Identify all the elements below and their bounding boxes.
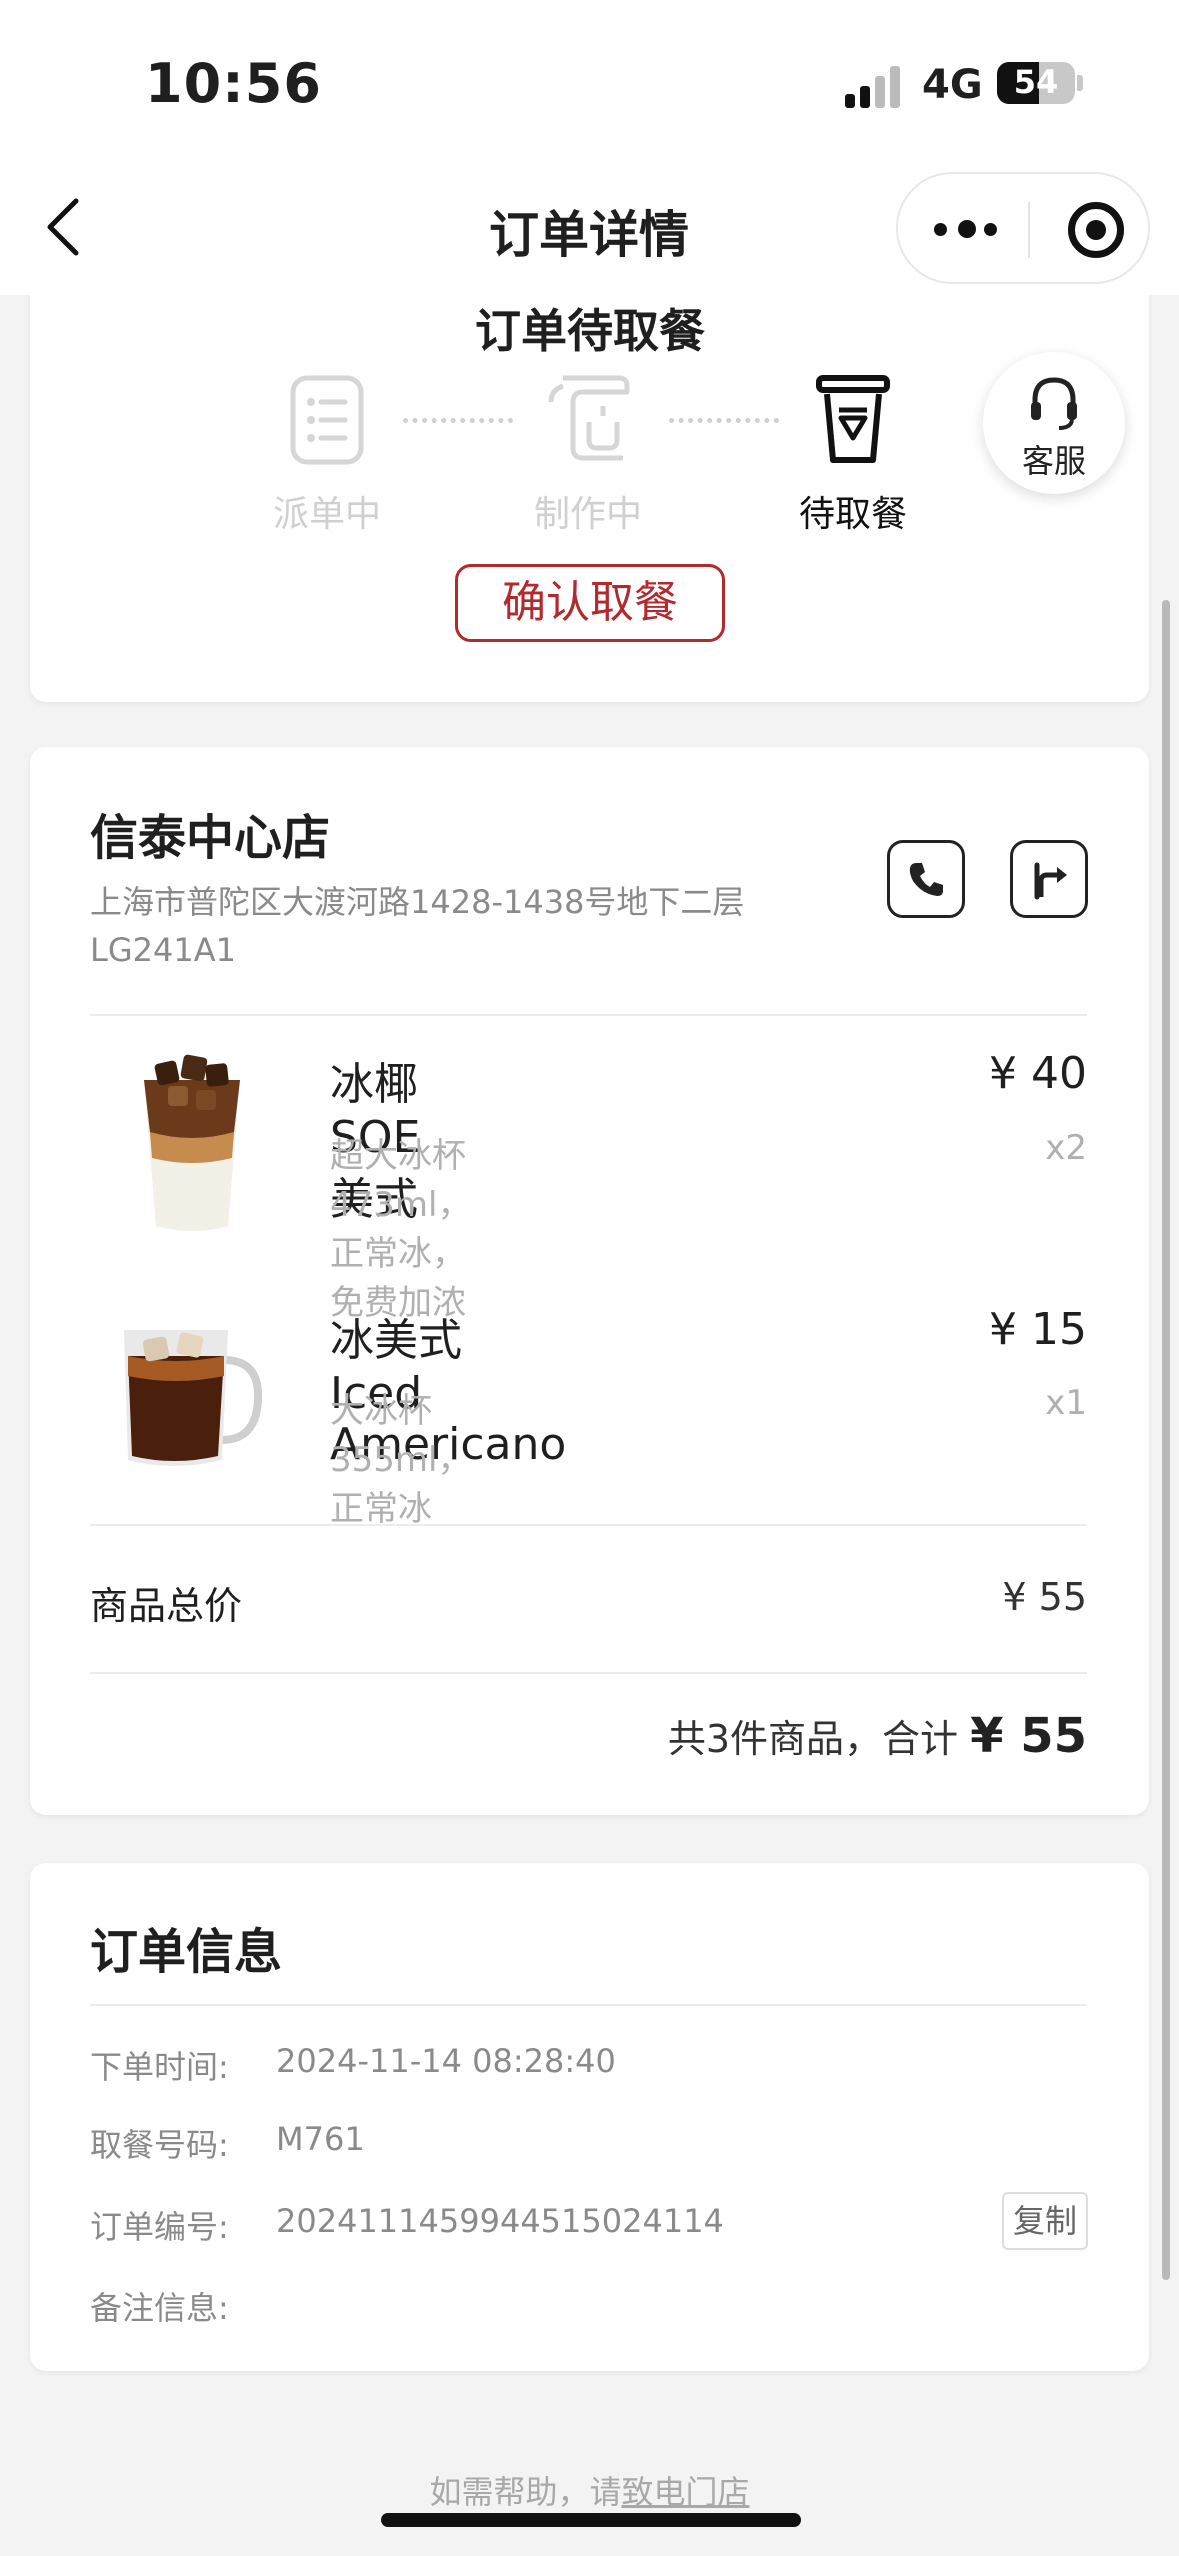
order-total: 共3件商品，合计 ¥ 55 xyxy=(560,1708,1087,1764)
product-qty: x1 xyxy=(1045,1383,1087,1423)
customer-service-button[interactable]: 客服 xyxy=(983,352,1125,494)
help-prefix: 如需帮助，请 xyxy=(429,2473,622,2511)
remark-label: 备注信息: xyxy=(90,2289,229,2327)
divider xyxy=(90,2004,1087,2006)
copy-button[interactable]: 复制 xyxy=(1002,2192,1088,2250)
step-label-dispatching: 派单中 xyxy=(272,494,381,535)
mini-program-capsule xyxy=(896,172,1150,284)
scrollbar[interactable] xyxy=(1162,600,1170,2280)
headset-icon xyxy=(1031,377,1077,430)
order-info-title: 订单信息 xyxy=(90,1924,283,1980)
product-price: ¥ 40 xyxy=(989,1048,1087,1099)
divider xyxy=(90,1672,1087,1674)
page-title: 订单详情 xyxy=(489,206,689,264)
order-number-value: 2024111459944515024114 xyxy=(276,2202,724,2240)
confirm-pickup-button[interactable]: 确认取餐 xyxy=(455,564,725,642)
battery-nub xyxy=(1077,75,1083,91)
divider xyxy=(90,1014,1087,1016)
phone-icon xyxy=(909,863,943,896)
chevron-left-icon xyxy=(47,198,79,256)
call-store-link[interactable]: 致电门店 xyxy=(622,2473,750,2511)
subtotal-value: ¥ 55 xyxy=(1002,1575,1087,1619)
order-time-label: 下单时间: xyxy=(90,2048,229,2086)
signal-icon xyxy=(845,64,905,108)
order-time-value: 2024-11-14 08:28:40 xyxy=(276,2042,616,2080)
order-number-label: 订单编号: xyxy=(90,2208,229,2246)
takeaway-cup-icon xyxy=(816,375,890,463)
customer-service-label: 客服 xyxy=(1021,442,1086,480)
step-connector xyxy=(669,418,779,423)
product-spec: 大冰杯 355ml，正常冰 xyxy=(330,1391,472,1529)
directions-button[interactable] xyxy=(1010,840,1088,918)
store-address: 上海市普陀区大渡河路1428-1438号地下二层LG241A1 xyxy=(90,883,745,969)
help-text: 如需帮助，请致电门店 xyxy=(0,2467,1179,2513)
home-indicator[interactable] xyxy=(381,2513,801,2527)
product-qty: x2 xyxy=(1045,1128,1087,1168)
capsule-divider xyxy=(1028,202,1030,258)
step-label-ready: 待取餐 xyxy=(798,494,907,535)
subtotal-label: 商品总价 xyxy=(90,1584,243,1628)
battery-icon: 54 xyxy=(997,62,1075,104)
close-mini-program-icon[interactable] xyxy=(1068,202,1124,258)
product-price: ¥ 15 xyxy=(989,1304,1087,1355)
product-image-iced-americano xyxy=(124,1330,263,1466)
coffee-machine-icon xyxy=(548,375,630,461)
dispatch-list-icon xyxy=(290,375,364,465)
directions-icon xyxy=(1034,862,1067,900)
step-label-making: 制作中 xyxy=(533,494,642,535)
step-connector xyxy=(403,418,513,423)
order-status-title: 订单待取餐 xyxy=(475,304,705,358)
total-value: ¥ 55 xyxy=(970,1708,1087,1764)
pickup-code-value: M761 xyxy=(276,2120,365,2158)
top-bar: 10:56 4G 54 订单详情 xyxy=(0,0,1179,295)
network-type: 4G xyxy=(922,62,983,108)
call-store-button[interactable] xyxy=(887,840,965,918)
status-time: 10:56 xyxy=(145,52,322,115)
more-icon[interactable] xyxy=(934,214,1000,244)
total-prefix: 共3件商品，合计 xyxy=(667,1717,958,1761)
product-spec: 超大冰杯 473ml，正常冰，免费加浓 xyxy=(330,1136,472,1323)
product-image-iced-coconut-americano xyxy=(144,1054,240,1231)
store-name: 信泰中心店 xyxy=(90,810,331,866)
divider xyxy=(90,1524,1087,1526)
pickup-code-label: 取餐号码: xyxy=(90,2126,229,2164)
back-button[interactable] xyxy=(40,195,90,259)
battery-level: 54 xyxy=(1013,63,1059,101)
